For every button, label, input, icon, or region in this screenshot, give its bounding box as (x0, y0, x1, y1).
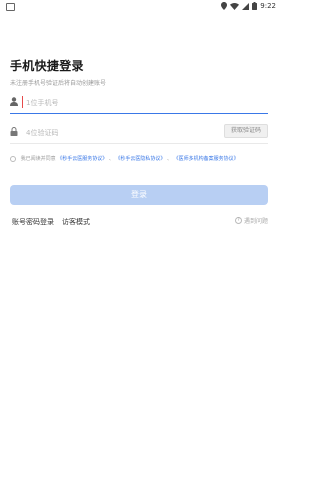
location-icon (221, 2, 228, 10)
user-icon (10, 97, 18, 106)
code-input[interactable] (26, 125, 206, 141)
wifi-icon (230, 2, 240, 10)
agreement-row: 我已阅读并同意 《秒手云医服务协议》 、 《秒手云医隐私协议》 、 《医师多机构… (10, 154, 272, 164)
phone-field[interactable] (10, 92, 268, 114)
phone-input[interactable] (26, 95, 206, 111)
clock: 9:22 (260, 2, 276, 10)
password-login-link[interactable]: 账号密码登录 (12, 217, 54, 227)
agree-checkbox[interactable] (10, 155, 16, 162)
help-link[interactable]: ? 遇到问题 (234, 216, 268, 225)
battery-icon (252, 2, 258, 10)
agreement-separator: 、 (108, 156, 114, 162)
agreement-prefix: 我已阅读并同意 (20, 156, 56, 162)
login-button[interactable]: 登录 (10, 185, 268, 205)
service-agreement-link[interactable]: 《秒手云医服务协议》 (57, 156, 107, 162)
page-subtitle: 未注册手机号验证后将自动创建账号 (10, 80, 107, 87)
text-cursor (22, 96, 23, 108)
signal-icon (242, 2, 250, 10)
help-label: 遇到问题 (243, 218, 268, 225)
help-icon: ? (234, 217, 242, 224)
status-bar: 9:22 (0, 0, 280, 16)
agreement-separator: 、 (167, 156, 173, 162)
guest-mode-link[interactable]: 访客模式 (62, 217, 90, 227)
notification-icon (6, 3, 15, 11)
get-code-button[interactable]: 获取验证码 (224, 124, 268, 138)
status-icons: 9:22 (221, 2, 276, 10)
lock-icon (10, 127, 18, 136)
multi-institution-agreement-link[interactable]: 《医师多机构备案服务协议》 (174, 156, 239, 162)
code-field[interactable]: 获取验证码 (10, 122, 268, 144)
privacy-agreement-link[interactable]: 《秒手云医隐私协议》 (115, 156, 165, 162)
page-title: 手机快捷登录 (10, 59, 84, 73)
